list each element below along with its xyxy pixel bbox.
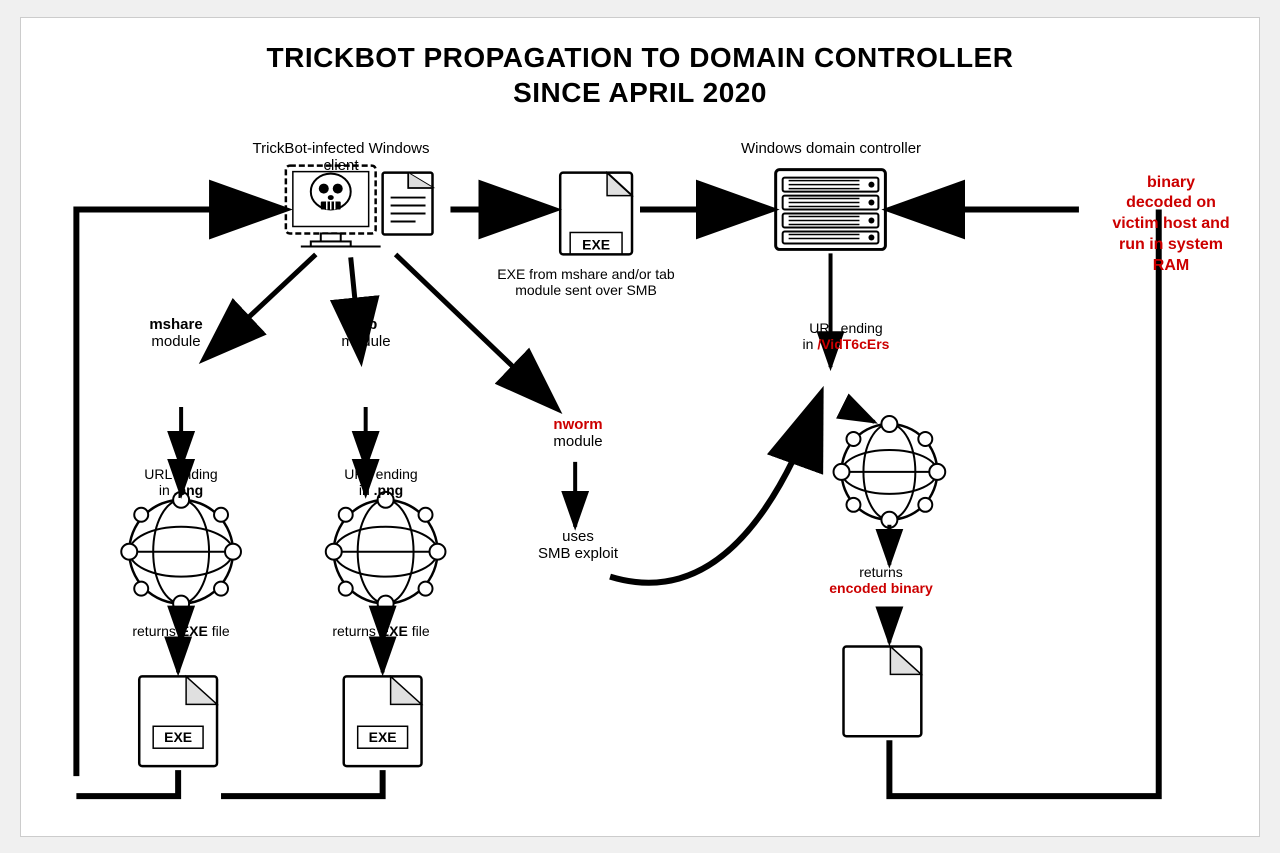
returns-encoded-label: returnsencoded binary	[781, 564, 981, 596]
tab-label: tabmodule	[316, 316, 416, 350]
uses-smb-label: usesSMB exploit	[513, 528, 643, 562]
nworm-label: nwormmodule	[513, 416, 643, 450]
exe-sent-label: EXE from mshare and/or tab module sent o…	[481, 266, 691, 298]
svg-text:EXE: EXE	[582, 236, 610, 252]
returns-exe-2-label: returns EXE file	[316, 623, 446, 639]
domain-controller-label: Windows domain controller	[731, 140, 931, 157]
svg-text:EXE: EXE	[164, 729, 192, 745]
url-vid-label: URL endingin /VidT6cErs	[761, 320, 931, 352]
returns-exe-1-label: returns EXE file	[116, 623, 246, 639]
url-png-2-label: URL endingin .png	[316, 466, 446, 498]
svg-text:EXE: EXE	[369, 729, 397, 745]
mshare-label: msharemodule	[116, 316, 236, 350]
binary-decoded-label: binarydecoded onvictim host andrun in sy…	[1091, 173, 1251, 277]
main-title: TRICKBOT PROPAGATION TO DOMAIN CONTROLLE…	[31, 28, 1249, 110]
infected-client-label: TrickBot-infected Windows client	[241, 140, 441, 174]
url-png-1-label: URL endingin .png	[116, 466, 246, 498]
diagram-container: TRICKBOT PROPAGATION TO DOMAIN CONTROLLE…	[20, 17, 1260, 837]
